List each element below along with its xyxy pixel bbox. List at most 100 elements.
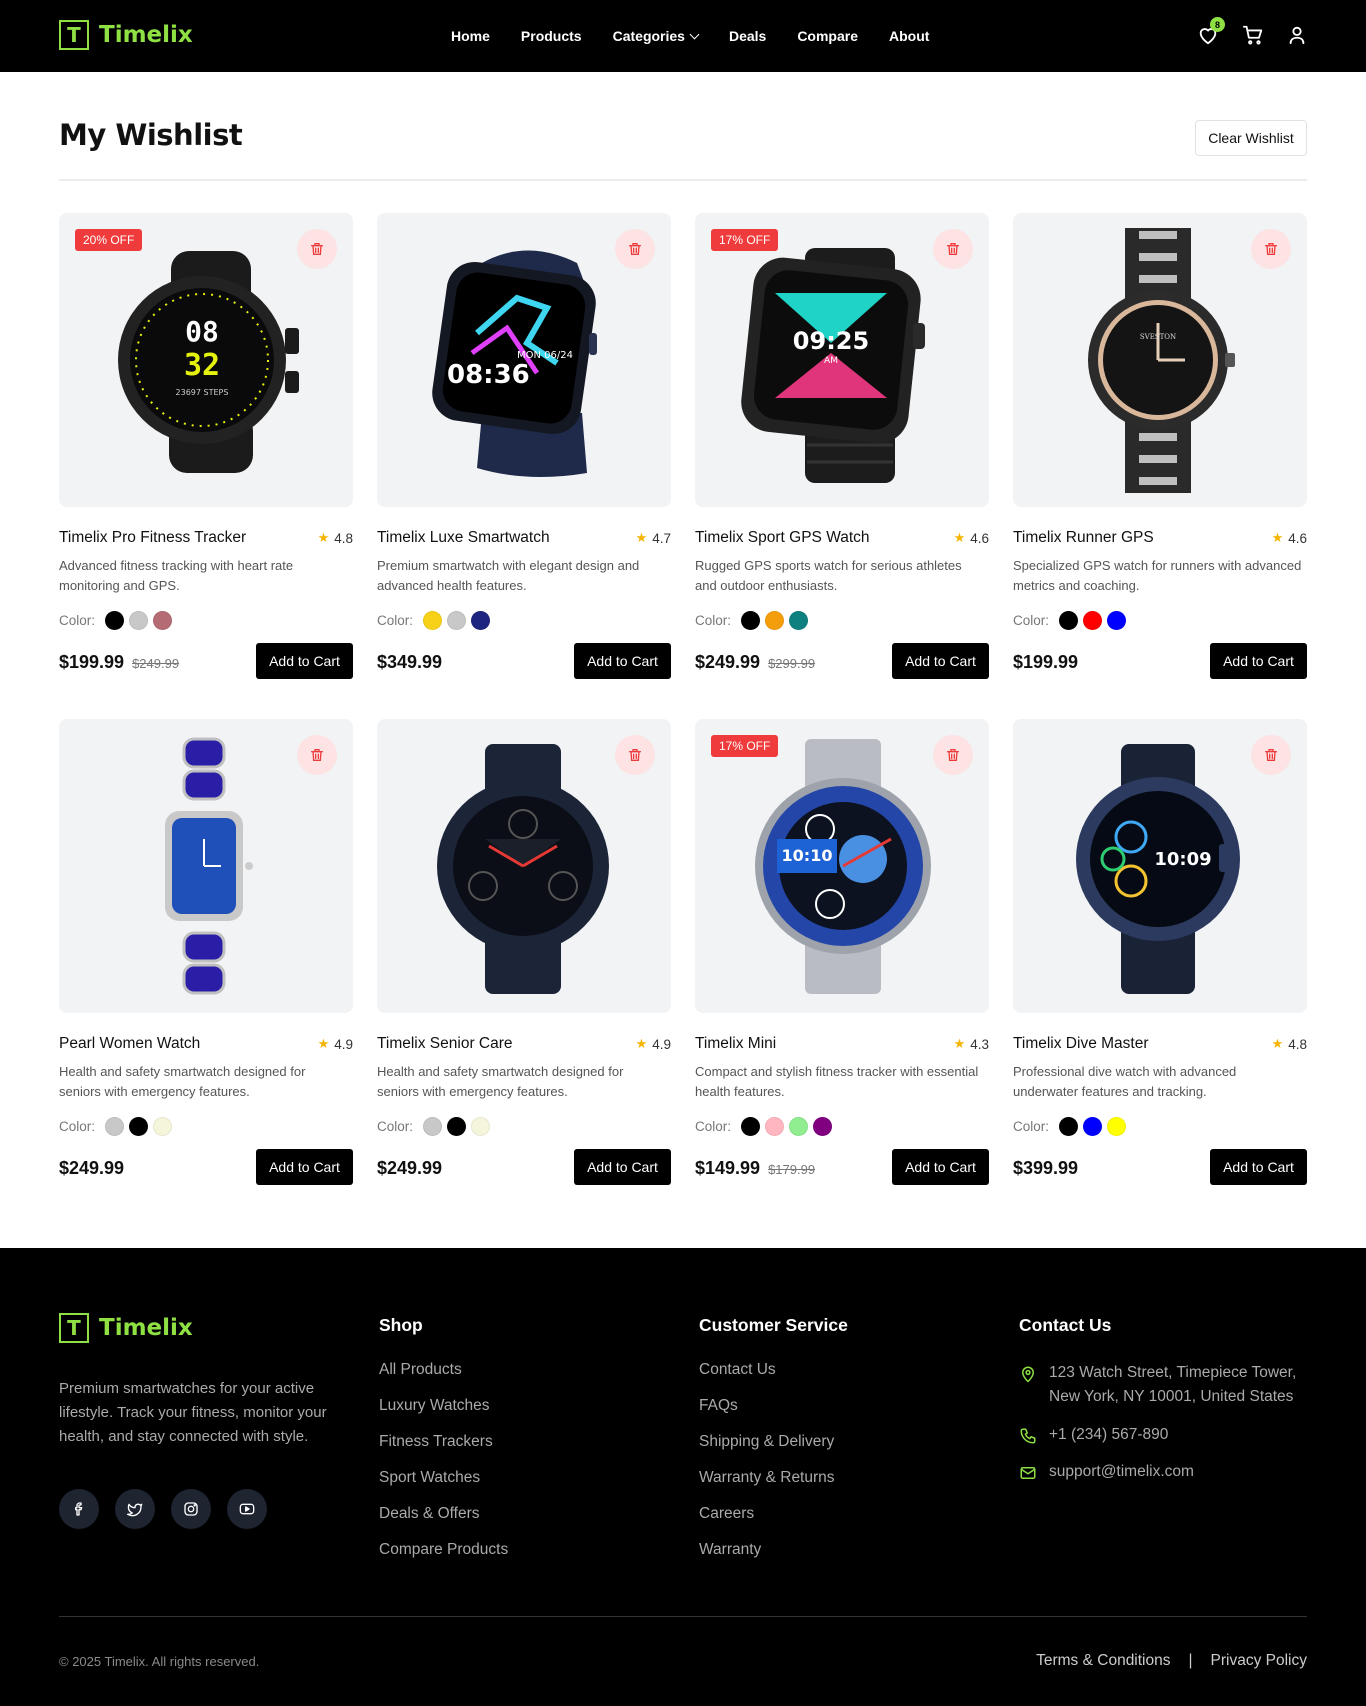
price: $199.99 [1013,652,1078,673]
color-swatch[interactable] [129,1117,149,1136]
add-to-cart-button[interactable]: Add to Cart [574,643,671,679]
product-name[interactable]: Timelix Sport GPS Watch [695,529,870,547]
product-image[interactable]: 10:09 [1013,719,1307,1013]
color-swatch[interactable] [1059,1117,1079,1136]
add-to-cart-button[interactable]: Add to Cart [1210,1149,1307,1185]
color-swatch[interactable] [1083,611,1103,630]
cart-button[interactable] [1242,24,1266,48]
color-swatch[interactable] [1107,611,1127,630]
nav-about[interactable]: About [889,28,929,44]
color-swatch[interactable] [447,1117,467,1136]
nav-products[interactable]: Products [521,28,582,44]
product-name[interactable]: Timelix Senior Care [377,1035,513,1053]
color-swatch[interactable] [471,611,491,630]
color-swatch[interactable] [1059,611,1079,630]
product-image[interactable]: 09:25 AM 17% OFF [695,213,989,507]
nav-deals-label: Deals [728,28,767,44]
current-price: $349.99 [377,652,443,672]
footer-link-contact-us[interactable]: Contact Us [699,1361,835,1397]
wishlist-button[interactable]: 8 [1197,17,1225,48]
twitter-link[interactable] [115,1489,155,1529]
product-image[interactable]: 08 32 23697 STEPS 20% OFF [59,213,353,507]
product-name[interactable]: Timelix Luxe Smartwatch [377,529,550,547]
remove-from-wishlist-button[interactable] [297,735,337,775]
nav-home[interactable]: Home [451,28,490,44]
product-image[interactable] [377,719,671,1013]
legal-separator: | [1188,1652,1193,1669]
footer-link-sport-watches[interactable]: Sport Watches [379,1469,508,1505]
color-swatch[interactable] [105,1117,125,1136]
color-swatch[interactable] [423,611,443,630]
remove-from-wishlist-button[interactable] [1251,229,1291,269]
contact-phone[interactable]: +1 (234) 567-890 [1019,1423,1309,1447]
color-swatch[interactable] [153,611,173,630]
color-swatch[interactable] [813,1117,833,1136]
product-image[interactable]: MON 06/24 08:36 [377,213,671,507]
product-name[interactable]: Timelix Pro Fitness Tracker [59,529,246,547]
nav-deals[interactable]: Deals [729,28,766,44]
footer-link-compare-products[interactable]: Compare Products [379,1541,508,1577]
color-swatch[interactable] [765,1117,785,1136]
remove-from-wishlist-button[interactable] [615,229,655,269]
footer-link-fitness-trackers[interactable]: Fitness Trackers [379,1433,508,1469]
privacy-link[interactable]: Privacy Policy [1211,1652,1307,1670]
product-image[interactable] [59,719,353,1013]
remove-from-wishlist-button[interactable] [933,735,973,775]
color-swatch[interactable] [789,611,809,630]
remove-from-wishlist-button[interactable] [297,229,337,269]
product-name[interactable]: Pearl Women Watch [59,1035,200,1053]
terms-link[interactable]: Terms & Conditions [1036,1652,1170,1670]
contact-email[interactable]: support@timelix.com [1019,1460,1309,1484]
brand-logo[interactable]: T Timelix [59,20,193,50]
footer-link-luxury-watches[interactable]: Luxury Watches [379,1397,508,1433]
nav-categories[interactable]: Categories [613,28,700,44]
color-swatch[interactable] [447,611,467,630]
color-label: Color: [695,613,732,628]
footer-link-deals-offers[interactable]: Deals & Offers [379,1505,508,1541]
color-swatch[interactable] [471,1117,491,1136]
add-to-cart-button[interactable]: Add to Cart [892,643,989,679]
account-button[interactable] [1286,24,1310,48]
color-swatch[interactable] [1083,1117,1103,1136]
color-swatch[interactable] [789,1117,809,1136]
footer-link-careers[interactable]: Careers [699,1505,835,1541]
product-name[interactable]: Timelix Dive Master [1013,1035,1149,1053]
color-swatch[interactable] [129,611,149,630]
current-price: $149.99 [695,1158,761,1178]
rating-value: 4.7 [652,530,671,546]
footer-link-warranty[interactable]: Warranty [699,1541,835,1577]
add-to-cart-button[interactable]: Add to Cart [1210,643,1307,679]
clear-wishlist-button[interactable]: Clear Wishlist [1195,120,1307,156]
add-to-cart-button[interactable]: Add to Cart [574,1149,671,1185]
remove-from-wishlist-button[interactable] [933,229,973,269]
footer-link-shipping-delivery[interactable]: Shipping & Delivery [699,1433,835,1469]
footer-about: Premium smartwatches for your active lif… [59,1380,327,1445]
youtube-link[interactable] [227,1489,267,1529]
rating-value: 4.6 [1288,530,1307,546]
color-swatch[interactable] [765,611,785,630]
product-name[interactable]: Timelix Mini [695,1035,776,1053]
remove-from-wishlist-button[interactable] [1251,735,1291,775]
chevron-down-icon [689,29,700,39]
footer-brand-logo[interactable]: T Timelix [59,1313,193,1343]
add-to-cart-button[interactable]: Add to Cart [256,643,353,679]
nav-compare[interactable]: Compare [797,28,858,44]
color-swatch[interactable] [105,611,125,630]
color-swatch[interactable] [1107,1117,1127,1136]
instagram-link[interactable] [171,1489,211,1529]
footer-link-warranty-returns[interactable]: Warranty & Returns [699,1469,835,1505]
add-to-cart-button[interactable]: Add to Cart [256,1149,353,1185]
remove-from-wishlist-button[interactable] [615,735,655,775]
product-image[interactable]: 10:10 17% OFF [695,719,989,1013]
color-swatch[interactable] [741,1117,761,1136]
product-rating: ★ 4.9 [636,1036,671,1052]
product-image[interactable]: SVESTON [1013,213,1307,507]
color-swatch[interactable] [423,1117,443,1136]
add-to-cart-button[interactable]: Add to Cart [892,1149,989,1185]
footer-link-faqs[interactable]: FAQs [699,1397,835,1433]
product-name[interactable]: Timelix Runner GPS [1013,529,1154,547]
facebook-link[interactable] [59,1489,99,1529]
color-swatch[interactable] [153,1117,173,1136]
color-swatch[interactable] [741,611,761,630]
footer-link-all-products[interactable]: All Products [379,1361,508,1397]
